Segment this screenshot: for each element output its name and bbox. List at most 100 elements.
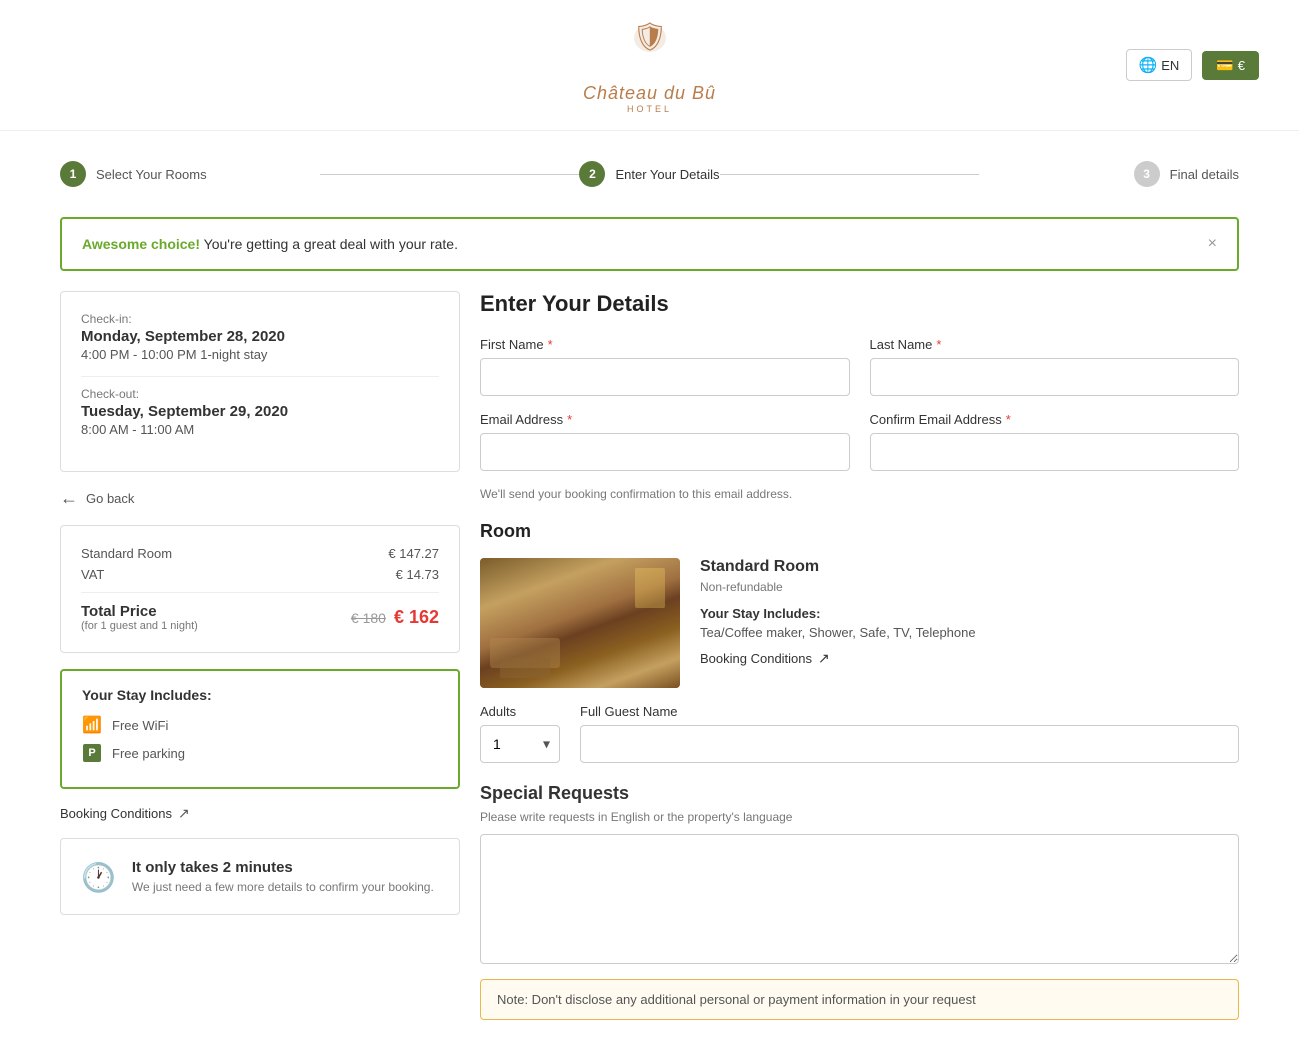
step-3-label: Final details	[1170, 167, 1239, 182]
wifi-label: Free WiFi	[112, 718, 168, 733]
email-note: We'll send your booking confirmation to …	[480, 487, 1239, 501]
checkin-date: Monday, September 28, 2020	[81, 328, 439, 345]
step-3-circle: 3	[1134, 161, 1160, 187]
checkout-date: Tuesday, September 29, 2020	[81, 403, 439, 420]
last-name-label: Last Name*	[870, 337, 1240, 352]
promo-card: 🕐 It only takes 2 minutes We just need a…	[60, 838, 460, 915]
email-label: Email Address*	[480, 412, 850, 427]
logo-sub: HOTEL	[627, 104, 672, 114]
currency-button[interactable]: 💳 €	[1202, 51, 1259, 80]
checkout-time: 8:00 AM - 11:00 AM	[81, 422, 439, 437]
banner-close-button[interactable]: ×	[1208, 235, 1217, 253]
total-sub: (for 1 guest and 1 night)	[81, 620, 198, 632]
vat-row: VAT € 14.73	[81, 567, 439, 582]
total-prices: € 180 € 162	[351, 607, 439, 628]
promo-title: It only takes 2 minutes	[132, 859, 434, 876]
step-1-label: Select Your Rooms	[96, 167, 207, 182]
confirm-email-input[interactable]	[870, 433, 1240, 471]
checkin-label: Check-in:	[81, 312, 439, 326]
wallet-icon: 💳	[1216, 57, 1233, 74]
step-line-1	[320, 174, 580, 175]
email-group: Email Address*	[480, 412, 850, 471]
language-button[interactable]: 🌐 EN	[1126, 49, 1193, 81]
main-content: Check-in: Monday, September 28, 2020 4:0…	[0, 291, 1299, 1060]
room-price-row: Standard Room € 147.27	[81, 546, 439, 561]
adults-label: Adults	[480, 704, 560, 719]
room-name: Standard Room	[700, 558, 1239, 576]
svg-text:🛡: 🛡	[632, 21, 668, 52]
parking-item: P Free parking	[82, 743, 438, 763]
first-name-label: First Name*	[480, 337, 850, 352]
step-line-2	[720, 174, 980, 175]
go-back-link[interactable]: ← Go back	[60, 488, 460, 509]
booking-conditions-left-link[interactable]: Booking Conditions ↗	[60, 805, 460, 822]
step-1-circle: 1	[60, 161, 86, 187]
section-title: Enter Your Details	[480, 291, 1239, 317]
confirm-email-required: *	[1006, 412, 1011, 427]
room-booking-conditions-link[interactable]: Booking Conditions ↗	[700, 650, 1239, 667]
room-includes-title: Your Stay Includes:	[700, 606, 1239, 621]
booking-conditions-left-label: Booking Conditions	[60, 806, 172, 821]
price-divider	[81, 592, 439, 593]
header: 🛡 Château du Bû HOTEL 🌐 EN 💳 €	[0, 0, 1299, 131]
parking-icon: P	[82, 743, 102, 763]
checkin-time: 4:00 PM - 10:00 PM 1-night stay	[81, 347, 439, 362]
clock-icon: 🕐	[81, 861, 116, 894]
promo-banner: Awesome choice! You're getting a great d…	[60, 217, 1239, 271]
stay-includes-card: Your Stay Includes: 📶 Free WiFi P Free p…	[60, 669, 460, 789]
last-name-group: Last Name*	[870, 337, 1240, 396]
adults-select[interactable]: 1 2 3 4	[480, 725, 560, 763]
room-amenities: Tea/Coffee maker, Shower, Safe, TV, Tele…	[700, 625, 1239, 640]
total-row: Total Price (for 1 guest and 1 night) € …	[81, 603, 439, 632]
special-requests-textarea[interactable]	[480, 834, 1239, 964]
guest-name-input[interactable]	[580, 725, 1239, 763]
logo: 🛡 Château du Bû HOTEL	[583, 16, 716, 114]
total-label-group: Total Price (for 1 guest and 1 night)	[81, 603, 198, 632]
step-2-circle: 2	[579, 161, 605, 187]
first-name-required: *	[548, 337, 553, 352]
room-details: Standard Room Non-refundable Your Stay I…	[700, 558, 1239, 688]
step-3: 3 Final details	[979, 161, 1239, 187]
new-price: € 162	[394, 607, 439, 628]
banner-normal: You're getting a great deal with your ra…	[200, 236, 458, 252]
guest-name-label: Full Guest Name	[580, 704, 1239, 719]
last-name-input[interactable]	[870, 358, 1240, 396]
date-divider	[81, 376, 439, 377]
promo-text: We just need a few more details to confi…	[132, 880, 434, 894]
vat-label: VAT	[81, 567, 104, 582]
promo-content: It only takes 2 minutes We just need a f…	[132, 859, 434, 894]
first-name-group: First Name*	[480, 337, 850, 396]
go-back-label: Go back	[86, 491, 134, 506]
room-ext-link-icon: ↗	[818, 650, 830, 667]
parking-label: Free parking	[112, 746, 185, 761]
right-panel: Enter Your Details First Name* Last Name…	[480, 291, 1239, 1020]
external-link-icon: ↗	[178, 805, 190, 822]
confirm-email-group: Confirm Email Address*	[870, 412, 1240, 471]
price-summary-card: Standard Room € 147.27 VAT € 14.73 Total…	[60, 525, 460, 653]
room-refund: Non-refundable	[700, 580, 1239, 594]
includes-title: Your Stay Includes:	[82, 687, 438, 703]
currency-label: €	[1238, 58, 1245, 73]
banner-bold: Awesome choice!	[82, 236, 200, 252]
adults-group: Adults 1 2 3 4	[480, 704, 560, 763]
first-name-input[interactable]	[480, 358, 850, 396]
logo-name: Château du Bû	[583, 83, 716, 104]
lang-label: EN	[1161, 58, 1179, 73]
globe-icon: 🌐	[1139, 56, 1158, 74]
last-name-required: *	[936, 337, 941, 352]
adults-select-wrapper: 1 2 3 4	[480, 725, 560, 763]
room-price-label: Standard Room	[81, 546, 172, 561]
total-label: Total Price	[81, 603, 198, 620]
room-image	[480, 558, 680, 688]
checkout-label: Check-out:	[81, 387, 439, 401]
wifi-icon: 📶	[82, 715, 102, 735]
stepper: 1 Select Your Rooms 2 Enter Your Details…	[0, 131, 1299, 217]
left-panel: Check-in: Monday, September 28, 2020 4:0…	[60, 291, 460, 1020]
step-2-label: Enter Your Details	[615, 167, 719, 182]
back-arrow-icon: ←	[60, 488, 78, 509]
room-section-title: Room	[480, 521, 1239, 542]
banner-text: Awesome choice! You're getting a great d…	[82, 236, 458, 252]
special-requests-title: Special Requests	[480, 783, 1239, 804]
header-controls: 🌐 EN 💳 €	[1126, 49, 1259, 81]
email-input[interactable]	[480, 433, 850, 471]
